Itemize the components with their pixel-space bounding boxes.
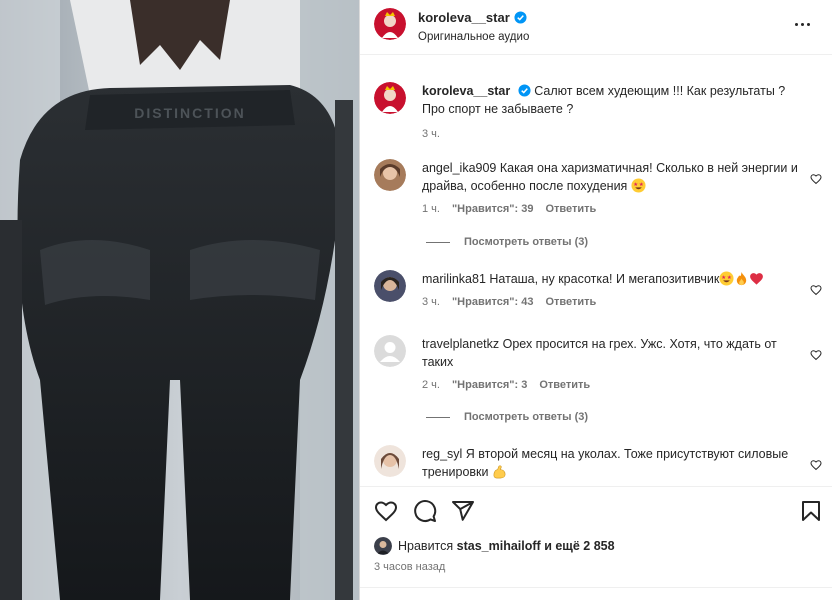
bookmark-icon[interactable] — [799, 499, 823, 523]
star-struck-emoji-icon — [631, 178, 646, 193]
caption-username[interactable]: koroleva__star — [422, 84, 510, 98]
likes-rest[interactable]: и ещё 2 858 — [544, 539, 614, 553]
star-struck-emoji-icon — [719, 271, 734, 286]
commenter-avatar[interactable] — [374, 270, 406, 302]
post-media[interactable]: DISTINCTION — [0, 0, 359, 600]
comment-item: reg_syl Я второй месяц на уколах. Тоже п… — [374, 445, 822, 481]
comment-item: marilinka81 Наташа, ну красотка! И мегап… — [374, 270, 822, 308]
comment-time[interactable]: 1 ч. — [422, 203, 440, 215]
comment-likes[interactable]: "Нравится": 3 — [452, 379, 527, 391]
commenter-avatar[interactable] — [374, 445, 406, 477]
heart-icon[interactable] — [374, 499, 398, 523]
comment-item: angel_ika909 Какая она харизматичная! Ск… — [374, 159, 822, 215]
author-username[interactable]: koroleva__star — [418, 10, 510, 25]
comment-text: Наташа, ну красотка! И мегапозитивчик — [489, 272, 720, 286]
flexed-biceps-emoji-icon — [493, 465, 506, 479]
post-header: koroleva__star Оригинальное аудио — [360, 0, 832, 54]
share-icon[interactable] — [451, 499, 475, 523]
more-options-icon[interactable] — [790, 12, 814, 36]
likes-prefix: Нравится — [398, 539, 454, 553]
commenter-username[interactable]: travelplanetkz — [422, 337, 499, 351]
view-replies-label: Посмотреть ответы (3) — [464, 236, 589, 248]
author-avatar[interactable] — [374, 8, 406, 40]
commenter-username[interactable]: angel_ika909 — [422, 161, 496, 175]
comment-time[interactable]: 2 ч. — [422, 379, 440, 391]
caption-time[interactable]: 3 ч. — [422, 128, 440, 140]
comment-heart-icon[interactable] — [810, 349, 822, 361]
reply-button[interactable]: Ответить — [539, 379, 590, 391]
comment-likes[interactable]: "Нравится": 39 — [452, 203, 533, 215]
comment-heart-icon[interactable] — [810, 173, 822, 185]
comment-heart-icon[interactable] — [810, 459, 822, 471]
reply-button[interactable]: Ответить — [545, 203, 596, 215]
verified-badge-icon — [518, 84, 531, 97]
comments-section[interactable]: koroleva__star Салют всем худеющим !!! К… — [360, 56, 832, 486]
verified-badge-icon — [514, 11, 527, 24]
post-panel: koroleva__star Оригинальное аудио korole… — [360, 0, 832, 600]
comment-text: Я второй месяц на уколах. Тоже присутств… — [422, 447, 789, 479]
caption-avatar[interactable] — [374, 82, 406, 114]
post-photo: DISTINCTION — [0, 0, 359, 600]
comment-time[interactable]: 3 ч. — [422, 296, 440, 308]
commenter-username[interactable]: marilinka81 — [422, 272, 486, 286]
commenter-username[interactable]: reg_syl — [422, 447, 462, 461]
replies-line — [426, 416, 450, 418]
liked-by-username[interactable]: stas_mihailoff — [457, 539, 541, 553]
liker-avatar[interactable] — [374, 537, 392, 555]
caption: koroleva__star Салют всем худеющим !!! К… — [374, 82, 814, 140]
audio-label[interactable]: Оригинальное аудио — [418, 31, 529, 43]
post-actions: Нравится stas_mihailoff и ещё 2 858 3 ча… — [360, 486, 832, 600]
view-replies-button[interactable]: Посмотреть ответы (3) — [426, 411, 588, 423]
view-replies-label: Посмотреть ответы (3) — [464, 411, 589, 423]
comment-box-divider — [360, 587, 832, 588]
comment-item: travelplanetkz Орех просится на грех. Уж… — [374, 335, 822, 391]
post-timestamp[interactable]: 3 часов назад — [374, 561, 445, 573]
commenter-avatar[interactable] — [374, 335, 406, 367]
comment-heart-icon[interactable] — [810, 284, 822, 296]
reply-button[interactable]: Ответить — [545, 296, 596, 308]
comment-icon[interactable] — [413, 499, 437, 523]
red-heart-emoji-icon — [750, 273, 764, 285]
header-divider — [360, 54, 832, 55]
view-replies-button[interactable]: Посмотреть ответы (3) — [426, 236, 588, 248]
waistband-text: DISTINCTION — [134, 105, 245, 121]
likes-summary[interactable]: Нравится stas_mihailoff и ещё 2 858 — [374, 537, 615, 555]
fire-emoji-icon — [737, 271, 747, 286]
replies-line — [426, 241, 450, 243]
comment-likes[interactable]: "Нравится": 43 — [452, 296, 533, 308]
commenter-avatar[interactable] — [374, 159, 406, 191]
